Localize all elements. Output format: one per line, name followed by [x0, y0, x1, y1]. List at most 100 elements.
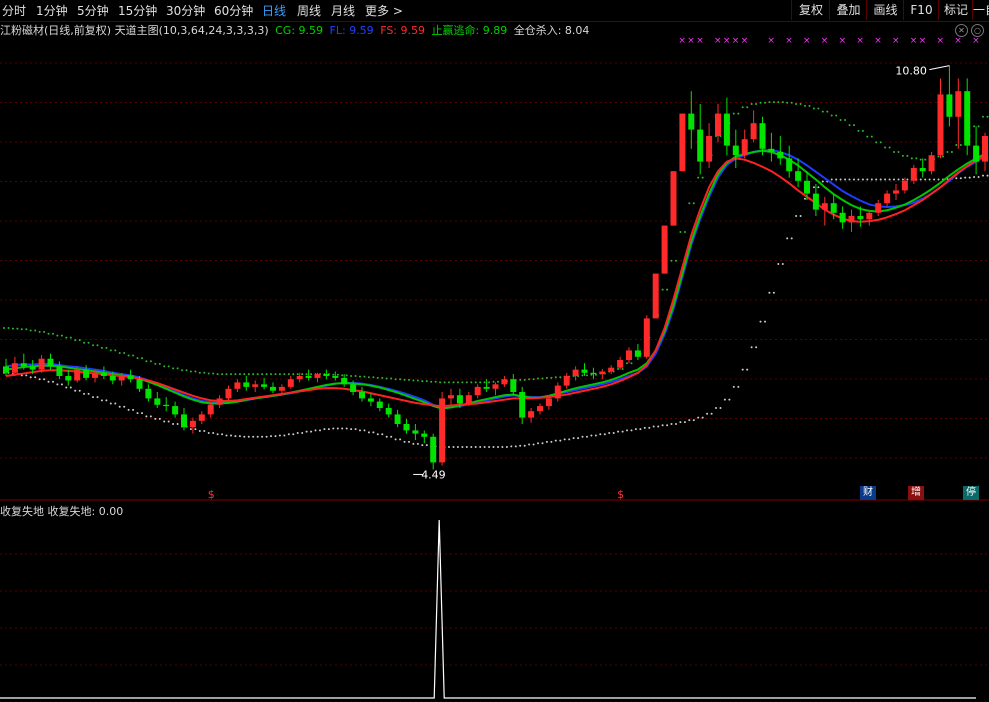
upper-band-dot — [225, 373, 228, 376]
settings-chart-icon[interactable]: ○ — [971, 24, 984, 37]
lower-band-dot — [230, 434, 232, 437]
lower-band-dot — [100, 399, 103, 402]
x-mark: × — [767, 36, 775, 46]
lower-band-dot — [657, 425, 660, 428]
lower-band-dot — [470, 446, 473, 449]
upper-band-dot — [256, 373, 259, 376]
candle-body — [759, 123, 766, 149]
upper-band-dot — [292, 373, 295, 376]
lower-band-dot — [141, 412, 143, 415]
upper-band-dot — [283, 373, 286, 376]
lower-band-dot — [203, 430, 206, 433]
upper-band-dot — [550, 376, 553, 379]
upper-band-dot — [403, 378, 406, 381]
candle-body — [154, 398, 161, 405]
upper-band-dot — [959, 143, 962, 146]
candle-body — [261, 384, 268, 387]
lower-band-dot — [764, 320, 766, 323]
upper-band-dot — [541, 377, 544, 380]
x-mark: × — [803, 36, 811, 46]
x-mark: × — [714, 36, 722, 46]
lower-band-dot — [901, 178, 904, 181]
candle-body — [350, 384, 357, 392]
lower-band-dot — [514, 445, 517, 448]
upper-band-dot — [385, 377, 388, 380]
lower-band-dot — [523, 444, 526, 447]
lower-band-dot — [448, 446, 450, 449]
lower-band-dot — [381, 433, 384, 436]
candle-body — [465, 395, 472, 404]
candle-body — [225, 388, 232, 399]
lower-band-dot — [421, 444, 424, 447]
candle-body — [207, 404, 214, 415]
upper-band-dot — [750, 103, 753, 105]
upper-band-dot — [821, 110, 824, 113]
upper-band-dot — [350, 375, 353, 377]
upper-band-dot — [808, 104, 811, 107]
lower-band-dot — [630, 429, 633, 432]
candle-body — [359, 392, 365, 399]
candle-body — [376, 401, 383, 408]
lower-band-dot — [839, 178, 842, 181]
lower-band-dot — [394, 438, 397, 441]
candlestick-chart[interactable]: × × × × × × × × × × × × × × × × × × × ×10.804.49$ $ — [0, 0, 989, 702]
lower-band-dot — [759, 320, 762, 323]
badge-zeng[interactable]: 增 — [908, 486, 924, 500]
lower-band-dot — [772, 291, 775, 294]
lower-band-dot — [697, 416, 700, 419]
lower-band-dot — [167, 420, 170, 423]
upper-band-dot — [666, 288, 669, 291]
upper-band-dot — [830, 114, 833, 117]
fl-line — [5, 149, 986, 410]
upper-band-dot — [158, 362, 161, 365]
badge-ting[interactable]: 停 — [963, 486, 979, 500]
lower-band-dot — [893, 178, 895, 181]
upper-band-dot — [92, 344, 94, 347]
lower-band-dot — [319, 429, 321, 432]
lower-band-dot — [857, 178, 860, 181]
x-mark: × — [678, 36, 686, 46]
upper-band-dot — [746, 106, 749, 109]
lower-band-dot — [532, 443, 535, 446]
candle-body — [946, 94, 953, 117]
candle-body — [706, 136, 713, 162]
lower-band-dot — [221, 433, 224, 436]
sub-indicator-line — [0, 519, 976, 699]
lower-band-dot — [701, 416, 704, 419]
upper-band-dot — [692, 202, 695, 205]
candle-body — [830, 203, 837, 213]
lower-band-dot — [581, 435, 584, 438]
upper-band-dot — [973, 125, 976, 128]
candle-body — [100, 372, 107, 376]
lower-band-dot — [345, 427, 348, 430]
candle-body — [884, 193, 891, 204]
x-mark: × — [892, 36, 900, 46]
lower-band-dot — [786, 237, 789, 240]
upper-band-dot — [764, 101, 766, 104]
upper-band-dot — [835, 114, 838, 117]
upper-band-dot — [537, 377, 539, 380]
candle-body — [456, 395, 463, 404]
lower-band-dot — [706, 412, 709, 415]
lower-band-dot — [127, 408, 130, 411]
upper-band-dot — [301, 373, 304, 376]
upper-band-dot — [675, 259, 677, 262]
lower-band-dot — [212, 431, 215, 434]
lower-band-dot — [621, 430, 624, 433]
upper-band-dot — [483, 381, 486, 384]
upper-band-dot — [950, 151, 953, 153]
lower-band-dot — [78, 389, 81, 392]
close-chart-icon[interactable]: ✕ — [955, 24, 968, 37]
candle-body — [688, 113, 695, 130]
candle-body — [777, 152, 784, 159]
upper-band-dot — [212, 372, 215, 375]
upper-band-dot — [287, 373, 290, 376]
upper-band-dot — [679, 231, 682, 233]
badge-cai[interactable]: 财 — [860, 486, 876, 500]
candle-body — [189, 420, 196, 428]
candle-body — [821, 203, 828, 210]
candle-body — [29, 366, 36, 370]
lower-band-dot — [715, 407, 717, 409]
lower-band-dot — [465, 446, 468, 449]
upper-band-dot — [528, 378, 531, 381]
